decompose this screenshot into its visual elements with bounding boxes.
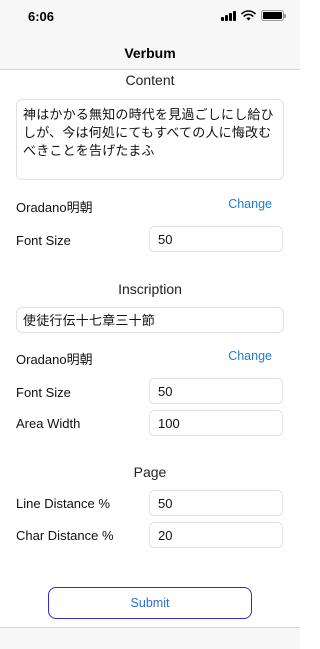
- status-time: 6:06: [28, 9, 55, 24]
- inscription-section-title: Inscription: [118, 281, 182, 297]
- wifi-icon: [241, 10, 256, 21]
- char-distance-input[interactable]: 20: [149, 522, 283, 548]
- char-distance-label: Char Distance %: [16, 528, 114, 543]
- content-change-font-button[interactable]: Change: [228, 197, 272, 211]
- inscription-text-input[interactable]: 使徒行伝十七章三十節: [16, 307, 284, 333]
- line-distance-input[interactable]: 50: [149, 490, 283, 516]
- battery-icon: [261, 10, 286, 21]
- status-bar: 6:06: [0, 0, 300, 34]
- inscription-area-width-label: Area Width: [16, 416, 81, 431]
- content-font-name: Oradano明朝: [16, 200, 93, 215]
- submit-button[interactable]: Submit: [48, 587, 252, 619]
- line-distance-label: Line Distance %: [16, 496, 110, 511]
- inscription-change-font-button[interactable]: Change: [228, 349, 272, 363]
- navigation-bar: Verbum: [0, 34, 300, 70]
- content-font-size-label: Font Size: [16, 233, 71, 248]
- content-section-title: Content: [125, 72, 175, 88]
- inscription-font-size-input[interactable]: 50: [149, 378, 283, 404]
- inscription-font-size-label: Font Size: [16, 385, 71, 400]
- bottom-bar: [0, 628, 300, 649]
- cellular-signal-icon: [221, 10, 236, 21]
- status-icons: [221, 10, 286, 21]
- content-text-area[interactable]: 神はかかる無知の時代を見過ごしにし給ひしが、今は何処にてもすべての人に悔改むべき…: [16, 99, 284, 180]
- inscription-area-width-input[interactable]: 100: [149, 410, 283, 436]
- inscription-font-name: Oradano明朝: [16, 352, 93, 367]
- content-font-size-input[interactable]: 50: [149, 226, 283, 252]
- page-title: Verbum: [124, 45, 176, 61]
- page-section-title: Page: [133, 464, 167, 480]
